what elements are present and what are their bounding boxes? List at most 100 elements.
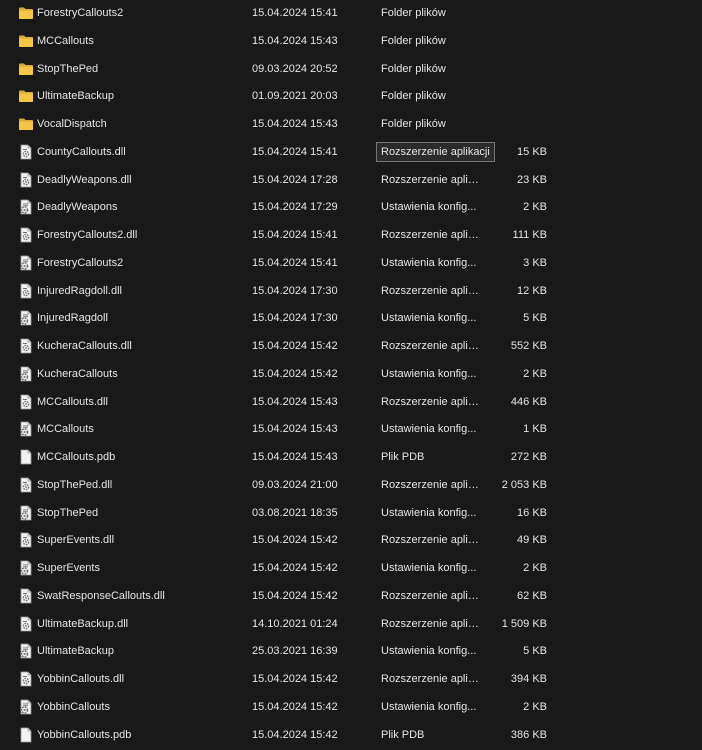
file-row[interactable]: UltimateBackup.dll 14.10.2021 01:24 Rozsze…	[0, 611, 702, 638]
file-type: Folder plików	[381, 7, 446, 19]
file-date-modified: 15.04.2024 15:41	[252, 145, 338, 158]
file-name: ForestryCallouts2	[37, 7, 124, 19]
file-row[interactable]: SuperEvents.dll 15.04.2024 15:42 Rozszerze…	[0, 527, 702, 554]
file-name: DeadlyWeapons.dll	[37, 173, 132, 186]
file-row[interactable]: MCCallouts 15.04.2024 15:43 Ustawienia kon…	[0, 416, 702, 443]
file-date-modified: 09.03.2024 20:52	[252, 62, 338, 75]
blank-file-icon	[18, 727, 34, 743]
file-type: Rozszerzenie aplik...	[381, 534, 479, 547]
dll-icon	[18, 616, 34, 632]
folder-icon	[18, 33, 34, 49]
file-size: 5 KB	[523, 645, 547, 658]
dll-icon	[18, 671, 34, 687]
file-row[interactable]: MCCallouts.pdb 15.04.2024 15:43 Plik PDB 27…	[0, 444, 702, 471]
file-name: UltimateBackup	[37, 90, 115, 103]
file-size: 272 KB	[510, 451, 547, 463]
file-name: SwatResponseCallouts.dll	[37, 589, 165, 602]
file-date-modified: 15.04.2024 17:30	[252, 284, 338, 297]
file-row[interactable]: KucheraCallouts.dll 15.04.2024 15:42 Rozsz…	[0, 333, 702, 360]
file-date-modified: 14.10.2021 01:24	[252, 617, 338, 630]
file-row[interactable]: KucheraCallouts 15.04.2024 15:42 Ustawieni…	[0, 361, 702, 388]
file-row[interactable]: ForestryCallouts2 15.04.2024 15:41 Ustawie…	[0, 250, 702, 277]
config-icon	[18, 643, 34, 659]
file-row[interactable]: SuperEvents 15.04.2024 15:42 Ustawienia ko…	[0, 555, 702, 582]
folder-icon	[18, 88, 34, 104]
file-type: Ustawienia konfig...	[381, 201, 477, 214]
file-row[interactable]: InjuredRagdoll.dll 15.04.2024 17:30 Rozsze…	[0, 278, 702, 305]
file-row[interactable]: CountyCallouts.dll 15.04.2024 15:41 Rozsze…	[0, 139, 702, 166]
dll-icon	[18, 144, 34, 160]
file-date-modified: 15.04.2024 15:42	[252, 367, 338, 380]
file-row[interactable]: ForestryCallouts2 15.04.2024 15:41 Folder …	[0, 0, 702, 27]
file-row[interactable]: DeadlyWeapons 15.04.2024 17:29 Ustawienia …	[0, 194, 702, 221]
file-name: StopThePed	[37, 506, 99, 519]
file-row[interactable]: UltimateBackup 25.03.2021 16:39 Ustawienia…	[0, 638, 702, 665]
file-row[interactable]: YobbinCallouts.dll 15.04.2024 15:42 Rozsze…	[0, 666, 702, 693]
file-type: Rozszerzenie aplik...	[381, 284, 479, 297]
file-date-modified: 15.04.2024 15:42	[252, 728, 338, 741]
file-size: 2 KB	[523, 700, 547, 713]
file-type: Folder plików	[381, 90, 446, 103]
dll-icon	[18, 338, 34, 354]
file-type: Folder plików	[381, 34, 446, 47]
dll-icon	[18, 283, 34, 299]
file-type: Ustawienia konfig...	[381, 562, 477, 574]
file-name: MCCallouts.pdb	[37, 451, 116, 463]
file-name: InjuredRagdoll	[37, 312, 108, 325]
file-date-modified: 15.04.2024 15:42	[252, 340, 338, 352]
file-date-modified: 15.04.2024 15:42	[252, 589, 338, 602]
file-size: 15 KB	[517, 145, 547, 158]
file-date-modified: 15.04.2024 15:43	[252, 118, 338, 130]
file-name: StopThePed.dll	[37, 478, 113, 491]
file-row[interactable]: MCCallouts.dll 15.04.2024 15:43 Rozszerzen…	[0, 389, 702, 416]
file-date-modified: 03.08.2021 18:35	[252, 506, 338, 519]
file-row[interactable]: StopThePed 09.03.2024 20:52 Folder plików	[0, 56, 702, 83]
folder-icon	[18, 116, 34, 132]
file-type: Folder plików	[381, 62, 446, 75]
file-row[interactable]: ForestryCallouts2.dll 15.04.2024 15:41 Roz…	[0, 222, 702, 249]
file-name: InjuredRagdoll.dll	[37, 284, 122, 297]
file-type: Rozszerzenie aplik...	[381, 229, 479, 241]
file-date-modified: 15.04.2024 15:43	[252, 34, 338, 47]
file-type-tooltip: Rozszerzenie aplikacji	[376, 141, 495, 162]
file-date-modified: 25.03.2021 16:39	[252, 645, 338, 658]
file-row[interactable]: UltimateBackup 01.09.2021 20:03 Folder pli…	[0, 83, 702, 110]
file-size: 5 KB	[523, 312, 547, 325]
file-name: DeadlyWeapons	[37, 201, 118, 214]
file-size: 2 053 KB	[501, 478, 547, 491]
file-name: MCCallouts	[37, 34, 94, 47]
folder-icon	[18, 5, 34, 21]
file-type: Plik PDB	[381, 451, 425, 463]
folder-icon	[18, 61, 34, 77]
file-row[interactable]: YobbinCallouts 15.04.2024 15:42 Ustawienia…	[0, 694, 702, 721]
file-type: Rozszerzenie aplik...	[381, 478, 479, 491]
file-size: 16 KB	[517, 506, 547, 519]
file-name: SuperEvents	[37, 562, 100, 574]
file-row[interactable]: DeadlyWeapons.dll 15.04.2024 17:28 Rozszer…	[0, 167, 702, 194]
file-size: 23 KB	[517, 173, 547, 186]
file-name: MCCallouts	[37, 423, 94, 436]
config-icon	[18, 421, 34, 437]
file-type: Ustawienia konfig...	[381, 506, 477, 519]
file-type: Rozszerzenie aplik...	[381, 589, 479, 602]
file-size: 394 KB	[510, 673, 547, 685]
file-row[interactable]: StopThePed.dll 09.03.2024 21:00 Rozszerzen…	[0, 472, 702, 499]
file-row[interactable]: StopThePed 03.08.2021 18:35 Ustawienia kon…	[0, 500, 702, 527]
file-name: YobbinCallouts.pdb	[37, 728, 132, 741]
file-size: 386 KB	[510, 728, 547, 741]
file-row[interactable]: MCCallouts 15.04.2024 15:43 Folder plików	[0, 28, 702, 55]
dll-icon	[18, 588, 34, 604]
file-date-modified: 15.04.2024 15:42	[252, 534, 338, 547]
file-type: Rozszerzenie aplik...	[381, 340, 479, 352]
file-row[interactable]: VocalDispatch 15.04.2024 15:43 Folder plik…	[0, 111, 702, 138]
file-size: 111 KB	[512, 229, 547, 241]
file-row[interactable]: InjuredRagdoll 15.04.2024 17:30 Ustawienia…	[0, 305, 702, 332]
file-type: Rozszerzenie aplik...	[381, 617, 479, 630]
dll-icon	[18, 227, 34, 243]
file-row[interactable]: YobbinCallouts.pdb 15.04.2024 15:42 Plik P…	[0, 722, 702, 749]
file-date-modified: 09.03.2024 21:00	[252, 478, 338, 491]
file-row[interactable]: SwatResponseCallouts.dll 15.04.2024 15:42…	[0, 583, 702, 610]
file-name: StopThePed	[37, 62, 99, 75]
file-date-modified: 15.04.2024 17:30	[252, 312, 338, 325]
config-icon	[18, 366, 34, 382]
